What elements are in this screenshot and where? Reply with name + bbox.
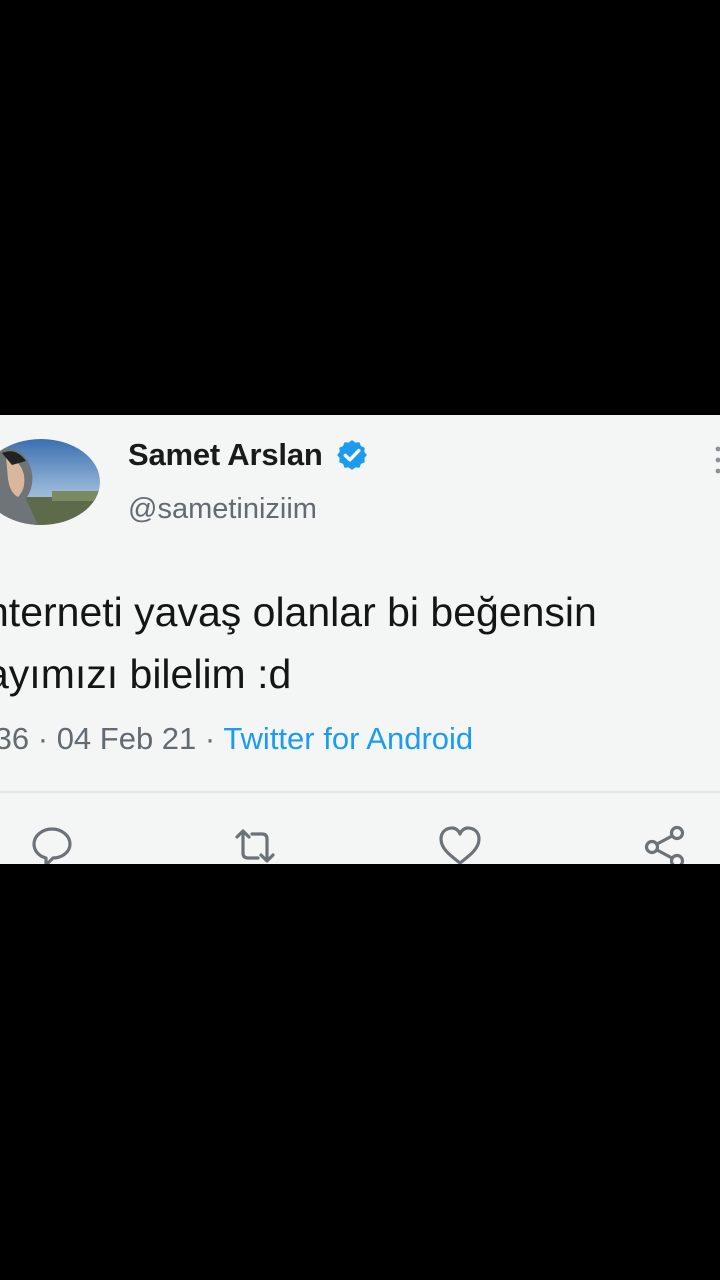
tweet-text-line: nterneti yavaş olanlar bi beğensin <box>0 589 597 635</box>
verified-badge-icon <box>336 440 367 470</box>
tweet-date[interactable]: 04 Feb 21 <box>57 721 197 756</box>
action-bar <box>0 815 720 864</box>
divider <box>0 791 720 793</box>
author-handle[interactable]: @sametiniziim <box>128 493 317 526</box>
heart-icon[interactable] <box>437 823 483 864</box>
author-name[interactable]: Samet Arslan <box>128 437 323 473</box>
more-options-icon[interactable] <box>710 445 720 475</box>
tweet-meta: :36 · 04 Feb 21 · Twitter for Android <box>0 721 473 757</box>
meta-separator: · <box>37 721 49 756</box>
tweet-card[interactable]: Samet Arslan @sametiniziim nterneti yava… <box>0 415 720 864</box>
meta-separator: · <box>204 721 216 756</box>
tweet-source-link[interactable]: Twitter for Android <box>223 721 473 756</box>
avatar[interactable] <box>0 439 100 525</box>
tweet-text-line: ayımızı bilelim :d <box>0 651 292 697</box>
tweet-text: nterneti yavaş olanlar bi beğensin ayımı… <box>0 581 597 705</box>
retweet-icon[interactable] <box>232 823 278 864</box>
reply-icon[interactable] <box>29 823 75 864</box>
tweet-time: :36 <box>0 721 30 756</box>
share-icon[interactable] <box>642 823 688 864</box>
author-row: Samet Arslan <box>128 437 369 473</box>
